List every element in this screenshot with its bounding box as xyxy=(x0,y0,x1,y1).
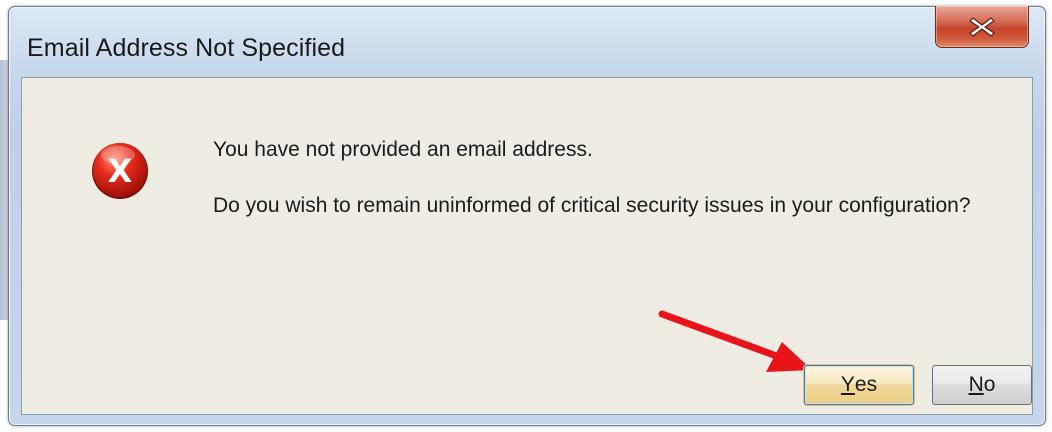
yes-mnemonic: Y xyxy=(840,373,855,396)
yes-button[interactable]: Yes xyxy=(804,365,914,405)
no-label-rest: o xyxy=(983,373,996,396)
close-button[interactable] xyxy=(935,6,1029,48)
message-text: You have not provided an email address. … xyxy=(213,135,993,221)
yes-label-rest: es xyxy=(854,373,878,396)
close-icon xyxy=(968,15,996,39)
dialog-client-area: X You have not provided an email address… xyxy=(21,77,1033,415)
no-button[interactable]: No xyxy=(932,365,1032,405)
title-bar[interactable]: Email Address Not Specified xyxy=(9,6,1045,77)
dialog-window: Email Address Not Specified X You have n… xyxy=(8,6,1046,426)
window-title: Email Address Not Specified xyxy=(27,34,346,62)
error-glyph: X xyxy=(108,152,133,190)
error-icon: X xyxy=(90,140,150,200)
screen: Email Address Not Specified X You have n… xyxy=(0,0,1052,432)
no-mnemonic: N xyxy=(968,373,984,396)
message-line-1: You have not provided an email address. xyxy=(213,138,593,161)
red-arrow-icon xyxy=(658,310,812,372)
message-line-2: Do you wish to remain uninformed of crit… xyxy=(213,194,971,217)
